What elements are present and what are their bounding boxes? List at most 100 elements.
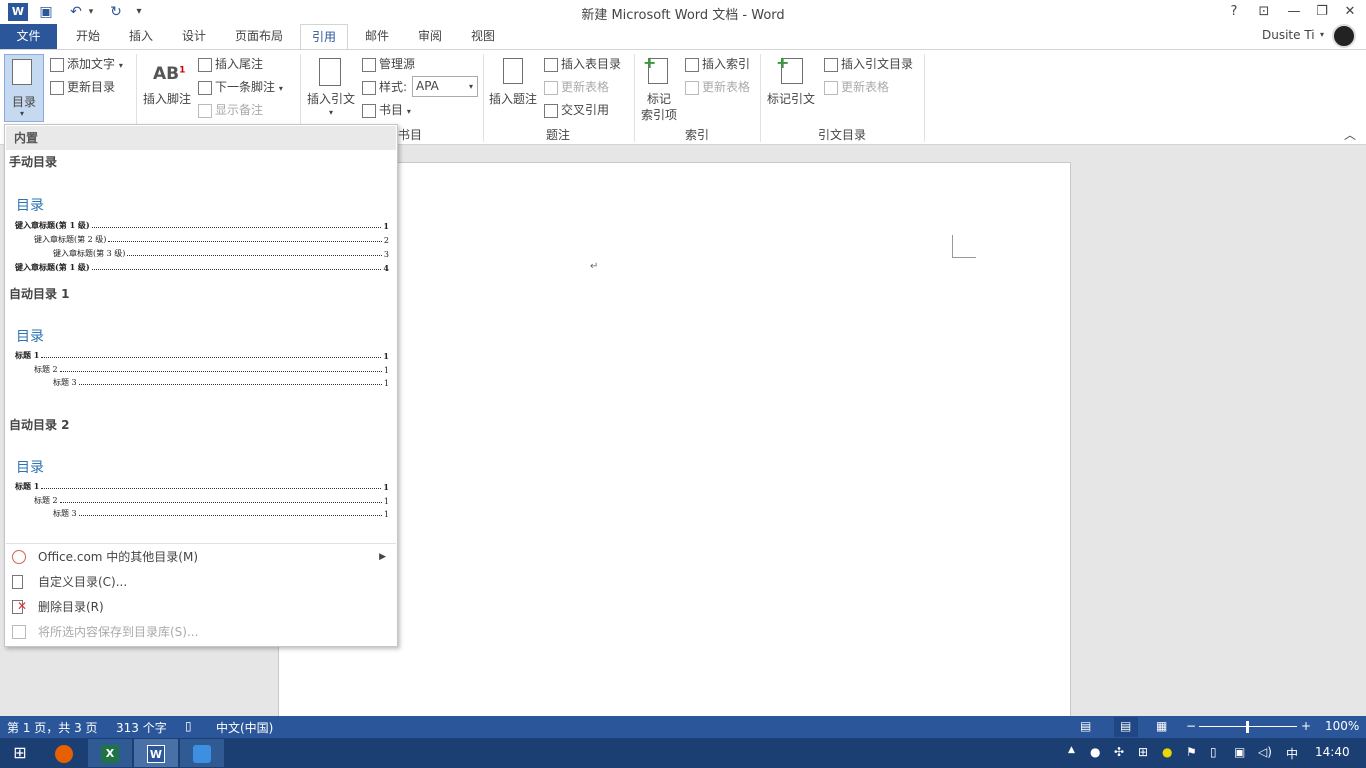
tab-home[interactable]: 开始 xyxy=(66,24,110,50)
insert-index-label: 插入索引 xyxy=(702,57,751,71)
add-text-button[interactable]: 添加文字 ▾ xyxy=(50,56,123,74)
cross-reference-button[interactable]: 交叉引用 xyxy=(544,102,609,118)
save-selection-to-gallery-item[interactable]: 将所选内容保存到目录库(S)... xyxy=(6,620,396,645)
style-icon xyxy=(362,80,376,95)
cross-reference-label: 交叉引用 xyxy=(561,103,610,117)
avatar[interactable] xyxy=(1332,24,1356,48)
page-count[interactable]: 第 1 页，共 3 页 xyxy=(7,719,98,736)
zoom-out-icon[interactable]: − xyxy=(1186,719,1196,733)
flag-icon[interactable]: ⚑ xyxy=(1186,745,1197,759)
tab-mailings[interactable]: 邮件 xyxy=(355,24,399,50)
excel-taskbar-button[interactable]: X xyxy=(88,739,132,767)
ime-indicator[interactable]: 中 xyxy=(1286,745,1298,762)
custom-toc-item[interactable]: 自定义目录(C)... xyxy=(6,570,396,595)
start-button[interactable]: ⊞ xyxy=(0,739,40,767)
next-footnote-button[interactable]: 下一条脚注 ▾ xyxy=(198,79,283,97)
tray-app-icon[interactable]: ● xyxy=(1162,745,1172,759)
read-mode-icon[interactable]: ▤ xyxy=(1080,719,1091,733)
toc-preview-line: 键入章标题(第 1 级) 4 xyxy=(15,261,389,273)
excel-icon: X xyxy=(101,745,119,763)
volume-icon[interactable]: ◁) xyxy=(1258,745,1272,759)
update-table-figures-label: 更新表格 xyxy=(561,80,610,94)
show-notes-button[interactable]: 显示备注 xyxy=(198,102,263,118)
group-label-citations: 书目 xyxy=(398,128,423,142)
show-notes-icon xyxy=(198,103,212,118)
tab-design[interactable]: 设计 xyxy=(172,24,216,50)
toc-gallery-auto-2[interactable]: 自动目录 2 目录 标题 1 1 标题 2 1 标题 3 1 xyxy=(6,414,396,524)
insert-caption-button[interactable]: 插入题注 xyxy=(487,54,539,110)
toc-button[interactable]: 目录 ▾ xyxy=(4,54,44,122)
toc-line-text: 标题 2 xyxy=(34,365,58,374)
toc-line-page: 3 xyxy=(383,250,389,259)
toc-line-text: 标题 2 xyxy=(34,496,58,505)
zoom-level[interactable]: 100% xyxy=(1325,719,1359,733)
window-title: 新建 Microsoft Word 文档 - Word xyxy=(581,8,785,23)
toc-dot-leader xyxy=(78,384,382,385)
style-select[interactable]: APA ▾ xyxy=(412,76,478,97)
word-taskbar-button[interactable]: W xyxy=(134,739,178,767)
status-bar: 第 1 页，共 3 页 313 个字 ▯ 中文(中国) ▤ ▤ ▦ − + 10… xyxy=(0,716,1366,738)
tab-review[interactable]: 审阅 xyxy=(408,24,452,50)
help-button[interactable]: ? xyxy=(1222,2,1246,22)
web-layout-icon[interactable]: ▦ xyxy=(1156,719,1167,733)
network-icon[interactable]: ▣ xyxy=(1234,745,1245,759)
insert-endnote-button[interactable]: 插入尾注 xyxy=(198,56,263,72)
app-taskbar-button[interactable] xyxy=(180,739,224,767)
tab-references[interactable]: 引用 xyxy=(300,24,348,51)
insert-footnote-button[interactable]: AB1 插入脚注 xyxy=(141,54,193,110)
word-count[interactable]: 313 个字 xyxy=(116,719,167,736)
qq-icon[interactable]: ● xyxy=(1090,745,1100,759)
firefox-taskbar-button[interactable] xyxy=(42,739,86,767)
update-table-figures-button[interactable]: 更新表格 xyxy=(544,79,609,95)
tab-insert[interactable]: 插入 xyxy=(119,24,163,50)
toc-line-text: 标题 3 xyxy=(53,509,77,518)
more-toc-office-item[interactable]: Office.com 中的其他目录(M) ▶ xyxy=(6,545,396,570)
insert-toa-button[interactable]: 插入引文目录 xyxy=(824,56,913,72)
update-index-button[interactable]: 更新表格 xyxy=(685,79,750,95)
office-globe-icon xyxy=(12,550,26,564)
menu-divider xyxy=(6,543,396,544)
group-separator xyxy=(760,54,761,142)
style-select-value: APA xyxy=(416,79,439,93)
network-tool-icon[interactable]: ✣ xyxy=(1114,745,1124,759)
close-button[interactable]: ✕ xyxy=(1338,2,1362,22)
proofing-icon[interactable]: ▯ xyxy=(185,719,192,733)
firefox-icon xyxy=(55,745,73,763)
toc-gallery-auto-1[interactable]: 自动目录 1 目录 标题 1 1 标题 2 1 标题 3 1 xyxy=(6,283,396,393)
update-toa-button[interactable]: 更新表格 xyxy=(824,79,889,95)
manage-sources-button[interactable]: 管理源 xyxy=(362,56,415,72)
tab-view[interactable]: 视图 xyxy=(461,24,505,50)
mark-entry-button[interactable]: + 标记 索引项 xyxy=(638,53,680,122)
zoom-slider-thumb[interactable] xyxy=(1246,721,1249,733)
battery-icon[interactable]: ▯ xyxy=(1210,745,1217,759)
zoom-in-icon[interactable]: + xyxy=(1301,719,1311,733)
minimize-button[interactable]: — xyxy=(1282,2,1306,22)
language-status[interactable]: 中文(中国) xyxy=(216,719,273,736)
restore-button[interactable]: ❐ xyxy=(1310,2,1334,22)
toc-line-text: 键入章标题(第 2 级) xyxy=(34,235,107,244)
clock[interactable]: 14:40 xyxy=(1315,745,1350,759)
toc-preview-line: 标题 2 1 xyxy=(34,494,389,506)
toc-gallery-manual[interactable]: 手动目录 目录 键入章标题(第 1 级) 1 键入章标题(第 2 级) 2 键入章标… xyxy=(6,151,396,279)
add-text-icon xyxy=(50,57,64,72)
tab-page-layout[interactable]: 页面布局 xyxy=(225,24,293,50)
print-layout-icon[interactable]: ▤ xyxy=(1114,717,1138,737)
custom-toc-icon xyxy=(12,575,23,589)
insert-table-of-figures-button[interactable]: 插入表目录 xyxy=(544,56,621,72)
windows-icon[interactable]: ⊞ xyxy=(1138,745,1148,759)
mark-citation-button[interactable]: + 标记引文 xyxy=(765,53,819,110)
bibliography-button[interactable]: 书目 ▾ xyxy=(362,102,411,120)
insert-toa-icon xyxy=(824,57,838,72)
tray-expand-icon[interactable]: ▲ xyxy=(1068,745,1075,755)
insert-citation-button[interactable]: 插入引文 ▾ xyxy=(305,54,357,120)
user-dropdown-icon[interactable]: ▾ xyxy=(1320,30,1324,39)
user-name[interactable]: Dusite Ti xyxy=(1262,28,1315,42)
remove-toc-item[interactable]: ✕ 删除目录(R) xyxy=(6,595,396,620)
tab-file[interactable]: 文件 xyxy=(0,24,57,50)
menu-item-label: 删除目录(R) xyxy=(38,600,104,614)
ribbon-display-options-icon[interactable]: ⊡ xyxy=(1252,2,1276,22)
collapse-ribbon-icon[interactable]: ︿ xyxy=(1344,126,1356,143)
insert-index-button[interactable]: 插入索引 xyxy=(685,56,750,72)
toc-dot-leader xyxy=(91,269,382,270)
update-toc-button[interactable]: 更新目录 xyxy=(50,79,115,95)
